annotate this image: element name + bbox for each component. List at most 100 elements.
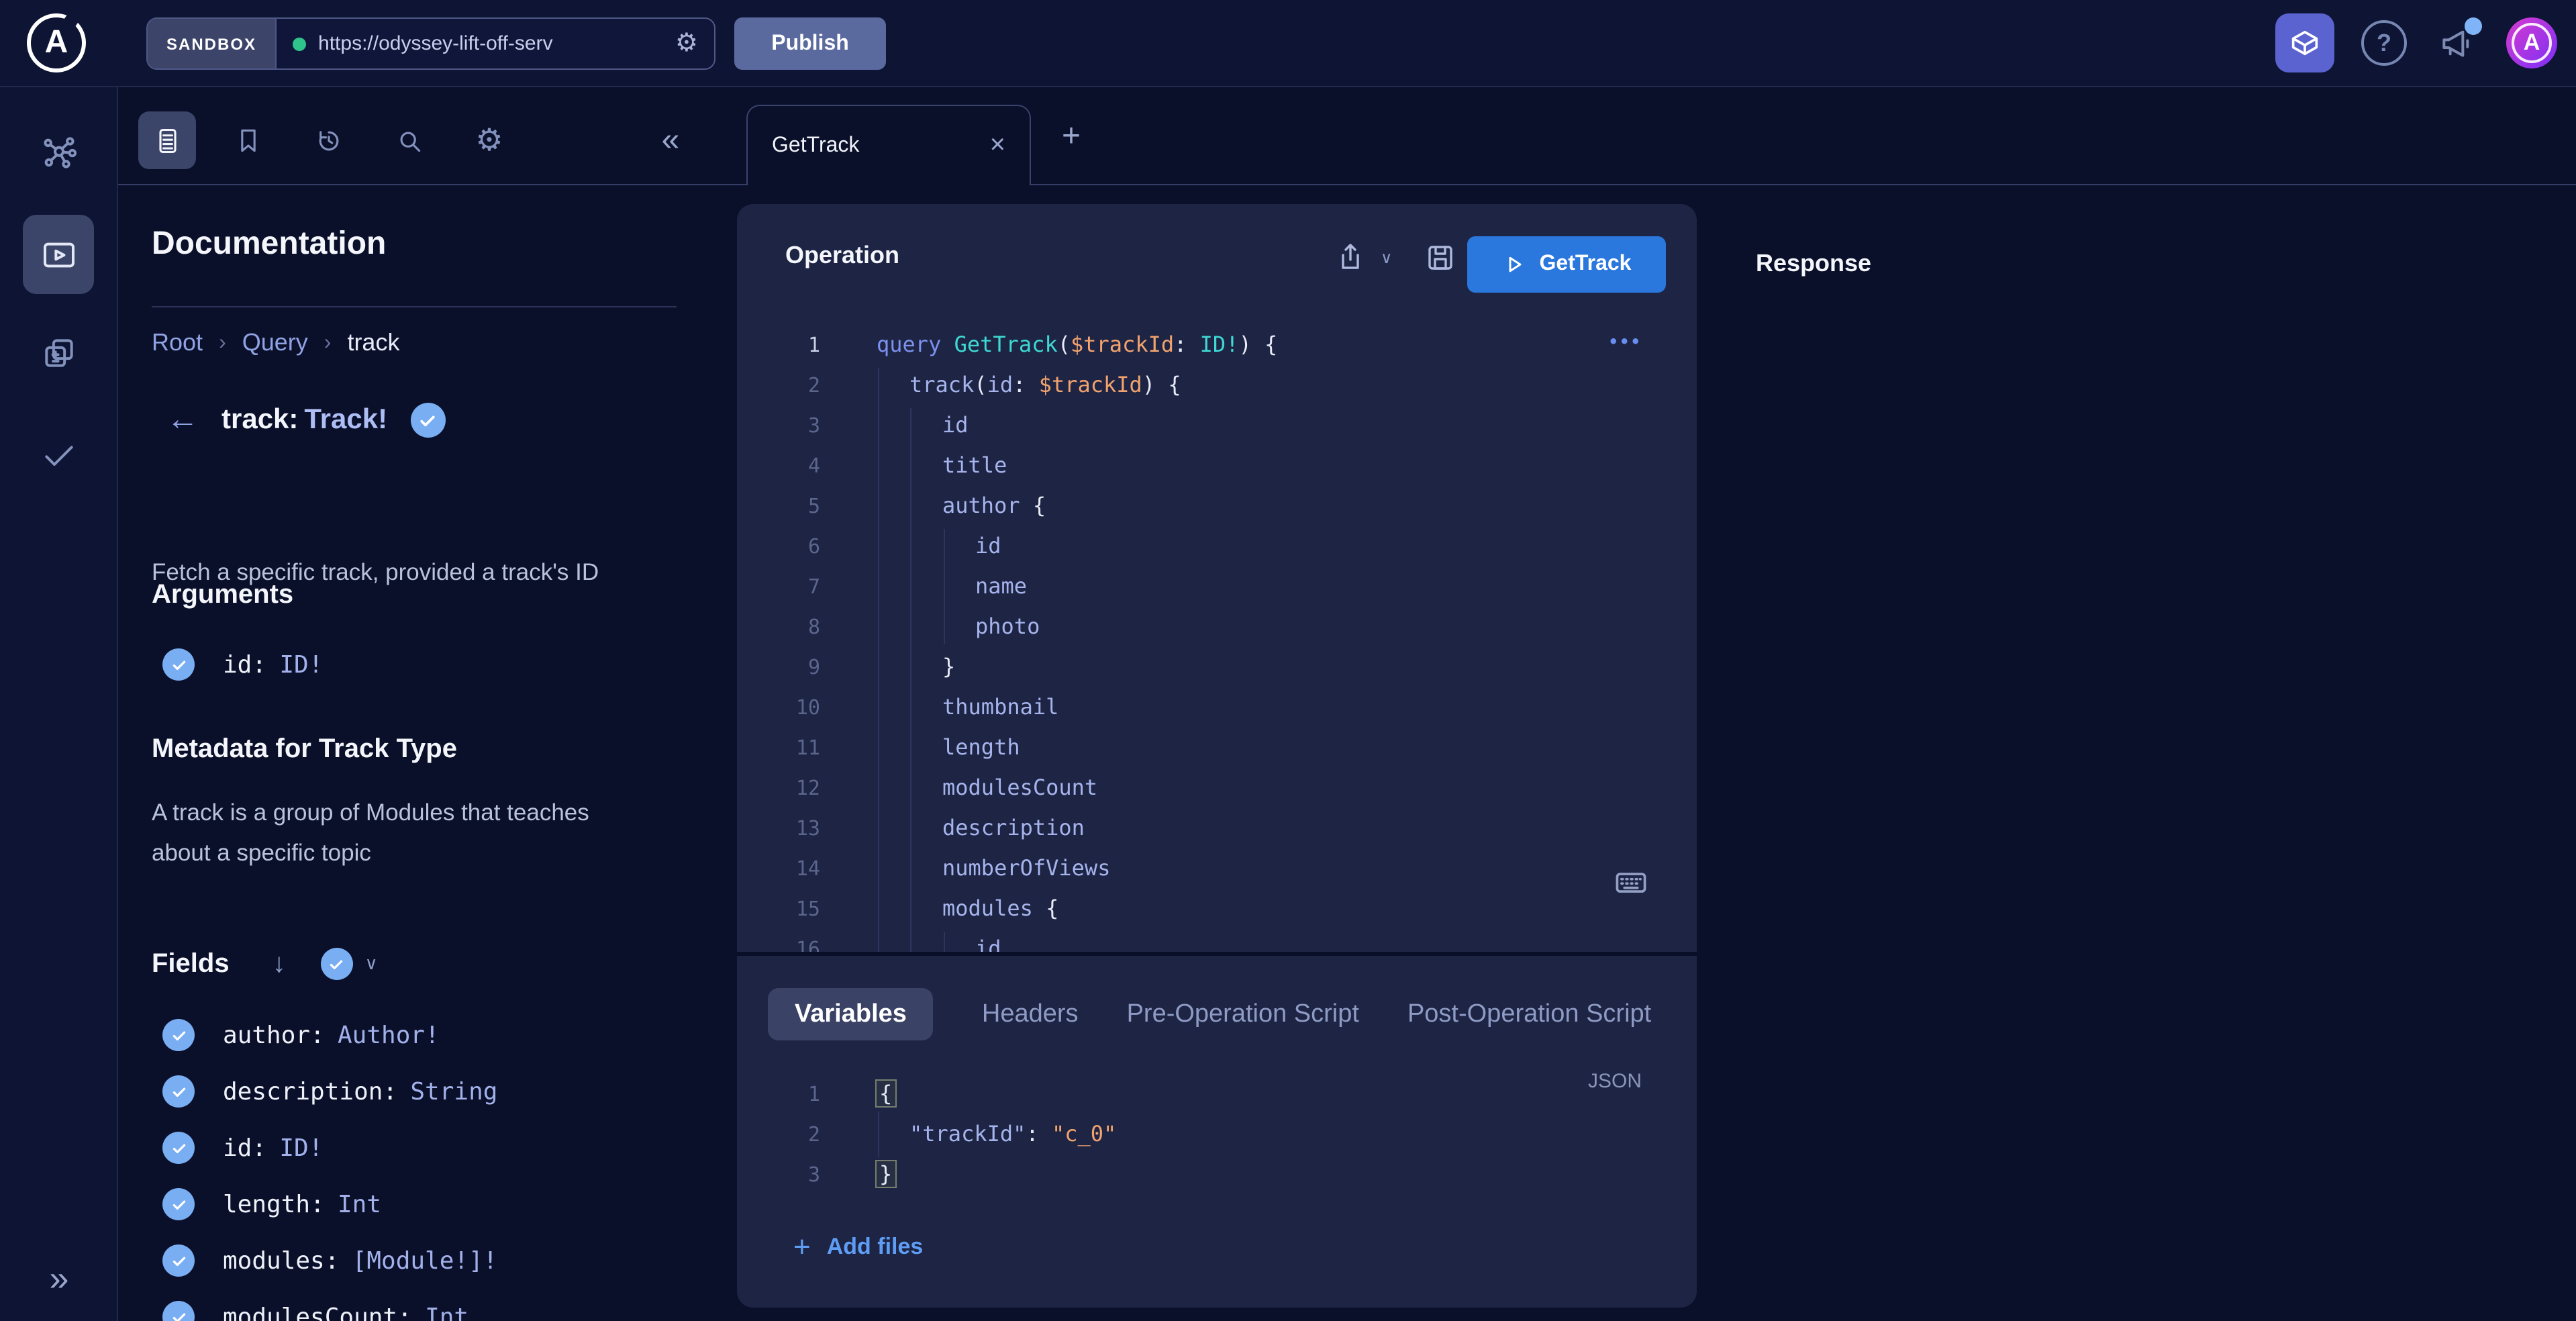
- code-line-text: query GetTrack($trackId: ID!) {: [820, 325, 1277, 365]
- field-badge[interactable]: [162, 1132, 195, 1164]
- graph-icon: [40, 134, 78, 172]
- tab-headers[interactable]: Headers: [982, 999, 1079, 1029]
- field-type[interactable]: ID!: [279, 1134, 323, 1162]
- editor-menu-ellipsis[interactable]: •••: [1609, 330, 1643, 353]
- check-icon: [328, 955, 346, 973]
- breadcrumb-current: track: [347, 329, 399, 357]
- response-panel-title: Response: [1756, 250, 1871, 278]
- endpoint-settings-gear-icon[interactable]: ⚙: [675, 28, 698, 59]
- notification-dot: [2465, 17, 2482, 35]
- line-number: 15: [737, 889, 820, 929]
- docs-tab-history[interactable]: [299, 111, 357, 169]
- field-badge[interactable]: [162, 1019, 195, 1051]
- field-selected-badge[interactable]: [410, 403, 445, 438]
- sort-down-icon[interactable]: ↓: [273, 948, 286, 979]
- operation-tab[interactable]: GetTrack ×: [746, 105, 1031, 185]
- metadata-line: about a specific topic: [152, 832, 689, 873]
- endpoint-url-box[interactable]: https://odyssey-lift-off-serv ⚙: [277, 19, 714, 68]
- field-badge[interactable]: [162, 1301, 195, 1321]
- play-icon: [1502, 252, 1526, 277]
- field-row[interactable]: modulesCount: Int: [162, 1301, 468, 1321]
- metadata-line: A track is a group of Modules that teach…: [152, 792, 689, 832]
- line-number: 3: [737, 1155, 820, 1195]
- share-icon[interactable]: [1335, 242, 1367, 274]
- share-chevron-icon[interactable]: ∨: [1381, 248, 1393, 267]
- docs-tab-saved[interactable]: [219, 111, 277, 169]
- rail-expand-button[interactable]: »: [0, 1258, 118, 1300]
- field-row[interactable]: length: Int: [162, 1188, 381, 1220]
- docs-tab-settings[interactable]: ⚙: [460, 111, 518, 169]
- argument-row[interactable]: id: ID!: [162, 648, 323, 681]
- operation-panel-title: Operation: [785, 242, 899, 270]
- field-row[interactable]: modules: [Module!]!: [162, 1244, 497, 1277]
- code-line: 4 title: [737, 446, 1697, 486]
- explorer-play-icon: [40, 236, 77, 273]
- run-operation-button[interactable]: GetTrack: [1467, 236, 1666, 293]
- metadata-heading: Metadata for Track Type: [152, 734, 457, 765]
- line-number: 7: [737, 567, 820, 607]
- tab-variables[interactable]: Variables: [768, 988, 934, 1040]
- help-button[interactable]: ?: [2361, 20, 2407, 66]
- add-files-label: Add files: [827, 1234, 924, 1261]
- tab-pre-operation-script[interactable]: Pre-Operation Script: [1127, 999, 1359, 1029]
- operation-tab-label: GetTrack: [772, 134, 990, 158]
- field-type[interactable]: String: [410, 1077, 497, 1106]
- argument-badge[interactable]: [162, 648, 195, 681]
- field-badge[interactable]: [162, 1075, 195, 1108]
- field-name: modules:: [223, 1246, 339, 1275]
- variables-editor[interactable]: 1 { 2 "trackId": "c_0" 3 }: [737, 1074, 1697, 1195]
- field-name: author:: [223, 1021, 325, 1049]
- add-files-button[interactable]: + Add files: [793, 1230, 923, 1265]
- code-line-text: }: [820, 647, 955, 687]
- rail-item-explorer[interactable]: [23, 215, 94, 294]
- code-line-text: thumbnail: [820, 687, 1058, 728]
- back-arrow-icon[interactable]: ←: [166, 404, 199, 436]
- field-badge[interactable]: [162, 1188, 195, 1220]
- keyboard-shortcuts-icon[interactable]: [1614, 865, 1648, 899]
- docs-tab-search[interactable]: [380, 111, 438, 169]
- close-tab-icon[interactable]: ×: [990, 130, 1005, 161]
- docs-title-divider: [152, 306, 677, 307]
- apollo-logo[interactable]: A: [27, 13, 86, 72]
- fields-select-all-badge[interactable]: [321, 948, 353, 980]
- breadcrumb-query[interactable]: Query: [242, 329, 308, 357]
- chevron-down-icon[interactable]: ∨: [365, 953, 378, 975]
- field-row[interactable]: id: ID!: [162, 1132, 323, 1164]
- field-type[interactable]: [Module!]!: [352, 1246, 498, 1275]
- line-number: 5: [737, 486, 820, 526]
- rail-item-schema[interactable]: [0, 134, 118, 172]
- code-line: 9 }: [737, 647, 1697, 687]
- announcements-button[interactable]: [2434, 20, 2479, 66]
- field-type[interactable]: Int: [338, 1190, 381, 1218]
- code-line-text: numberOfViews: [820, 848, 1110, 889]
- operation-editor[interactable]: 1 query GetTrack($trackId: ID!) { 2 trac…: [737, 325, 1697, 952]
- sandbox-cube-button[interactable]: [2275, 13, 2334, 72]
- indent-guide: [877, 1112, 879, 1157]
- sandbox-mode-chip: SANDBOX: [148, 19, 277, 68]
- field-row[interactable]: description: String: [162, 1075, 497, 1108]
- new-tab-button[interactable]: +: [1055, 121, 1087, 153]
- tab-post-operation-script[interactable]: Post-Operation Script: [1407, 999, 1651, 1029]
- top-bar: A SANDBOX https://odyssey-lift-off-serv …: [0, 0, 2576, 87]
- field-title-type[interactable]: Track!: [304, 404, 387, 435]
- field-badge[interactable]: [162, 1244, 195, 1277]
- avatar[interactable]: A: [2506, 17, 2557, 68]
- endpoint-url-input[interactable]: https://odyssey-lift-off-serv: [318, 32, 663, 55]
- save-icon[interactable]: [1424, 242, 1456, 274]
- indent-guide: [943, 932, 944, 952]
- collapse-panel-button[interactable]: «: [642, 111, 699, 169]
- breadcrumb-root[interactable]: Root: [152, 329, 203, 357]
- field-row[interactable]: author: Author!: [162, 1019, 440, 1051]
- field-type[interactable]: Int: [425, 1303, 468, 1321]
- fields-heading-row: Fields ↓ ∨: [152, 948, 378, 980]
- publish-button[interactable]: Publish: [734, 17, 886, 70]
- check-icon: [170, 1195, 187, 1213]
- field-name: id:: [223, 1134, 266, 1162]
- rail-item-checks[interactable]: [0, 436, 118, 474]
- line-number: 9: [737, 647, 820, 687]
- argument-type[interactable]: ID!: [279, 650, 323, 679]
- rail-item-changes[interactable]: [0, 334, 118, 372]
- field-type[interactable]: Author!: [338, 1021, 440, 1049]
- code-line: 11 length: [737, 728, 1697, 768]
- docs-tab-documentation[interactable]: [138, 111, 196, 169]
